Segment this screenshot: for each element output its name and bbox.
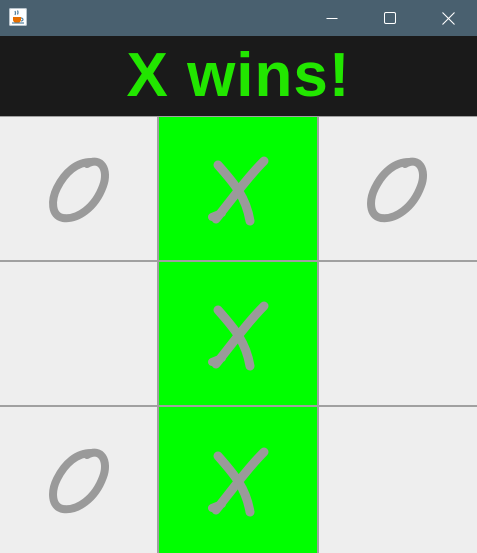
grid-line: [0, 260, 477, 262]
board-cell-r3-c1[interactable]: [0, 406, 159, 553]
java-cup-icon: [9, 8, 27, 26]
game-window: X wins!: [0, 0, 477, 553]
x-mark: [204, 444, 274, 518]
board-cell-r2-c2[interactable]: [159, 261, 319, 406]
board-cell-r2-c3[interactable]: [319, 261, 477, 406]
maximize-button[interactable]: [361, 0, 419, 36]
grid-line: [157, 116, 159, 553]
game-board: [0, 116, 477, 553]
minimize-icon: [326, 18, 338, 19]
status-bar: X wins!: [0, 36, 477, 116]
board-cell-r3-c2[interactable]: [159, 406, 319, 553]
close-button[interactable]: [419, 0, 477, 36]
title-bar[interactable]: [0, 0, 477, 36]
board-cell-r1-c2[interactable]: [159, 116, 319, 261]
close-icon: [441, 11, 455, 25]
board-cell-r3-c3[interactable]: [319, 406, 477, 553]
board-cell-r2-c1[interactable]: [0, 261, 159, 406]
board-cell-r1-c1[interactable]: [0, 116, 159, 261]
x-mark: [204, 153, 274, 227]
grid-line: [0, 116, 477, 117]
status-message: X wins!: [126, 41, 351, 110]
minimize-button[interactable]: [303, 0, 361, 36]
grid-line: [0, 405, 477, 407]
o-mark: [47, 154, 113, 226]
board-cell-r1-c3[interactable]: [319, 116, 477, 261]
o-mark: [47, 445, 113, 517]
x-mark: [204, 298, 274, 372]
grid-line: [317, 116, 319, 553]
o-mark: [365, 154, 431, 226]
maximize-icon: [384, 12, 396, 24]
